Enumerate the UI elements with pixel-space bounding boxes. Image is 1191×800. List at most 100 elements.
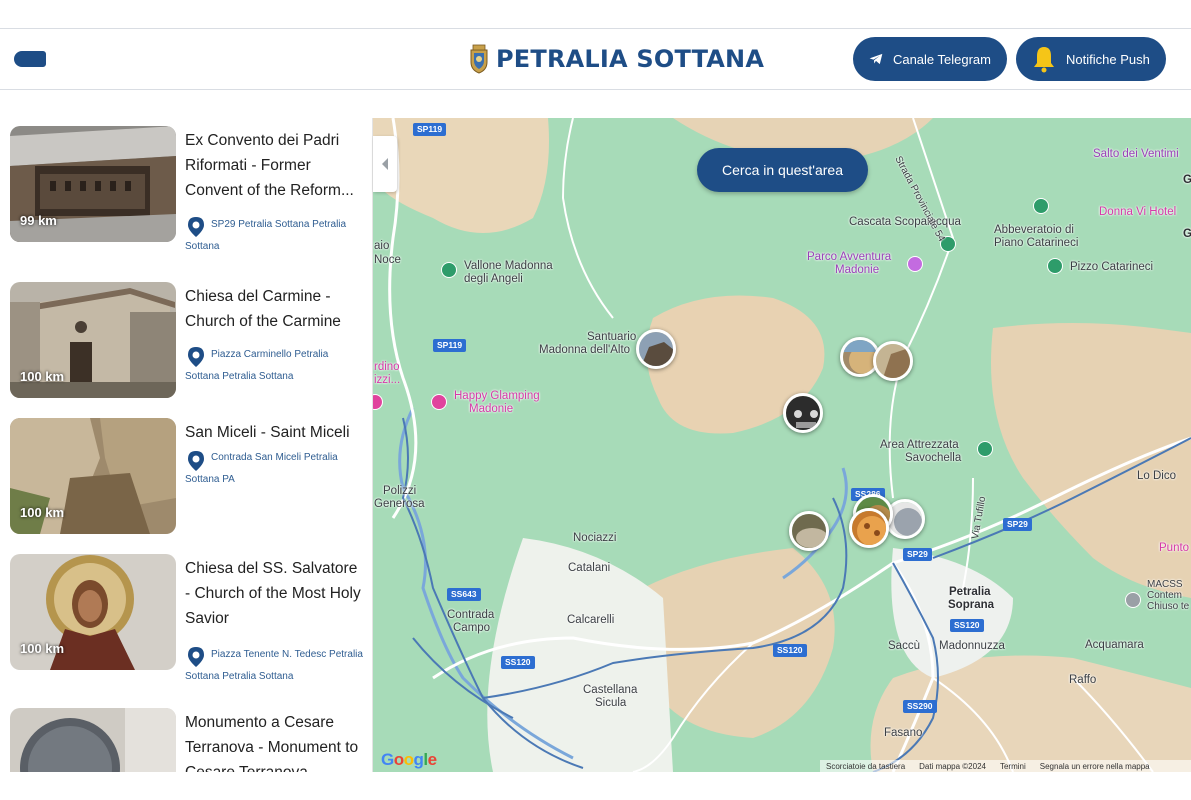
map-label: Saccù [888,640,920,652]
list-item[interactable]: Monumento a Cesare Terranova - Monument … [0,700,372,772]
distance-badge: 99 km [20,213,57,228]
map-label: Generosa [374,498,425,510]
map-label: Salto dei Ventimi [1093,148,1179,160]
poi-title[interactable]: Monumento a Cesare Terranova - Monument … [185,710,365,772]
map-label: G [1183,174,1191,186]
park-icon[interactable] [977,441,993,457]
map-view[interactable]: Cerca in quest'area SP119 SP119 SS643 SS… [373,118,1191,772]
map-label: Acquamara [1085,639,1144,651]
map-data-text: Dati mappa ©2024 [919,761,986,771]
map-label: Madonie [469,403,514,415]
coat-of-arms-icon [470,44,488,74]
poi-photo-marker[interactable] [873,341,913,381]
search-this-area-button[interactable]: Cerca in quest'area [697,148,868,192]
map-label: Cascata Scopalacqua [849,216,961,228]
poi-list: 99 km Ex Convento dei Padri Riformati - … [0,118,373,772]
map-label: Sicula [595,697,627,709]
back-arrow-icon[interactable] [14,51,46,67]
keyboard-shortcuts-link[interactable]: Scorciatoie da tastiera [826,762,905,771]
road-shield: SS120 [950,619,984,632]
poi-address: Contrada San Miceli Petralia Sottana PA [185,452,338,485]
brand[interactable]: PETRALIA SOTTANA [468,43,764,75]
telegram-channel-button[interactable]: Canale Telegram [853,37,1007,81]
road-shield: SS643 [447,588,481,601]
google-logo: Google [381,750,437,769]
list-item[interactable]: 99 km Ex Convento dei Padri Riformati - … [0,118,372,252]
poi-thumbnail [10,708,176,772]
terms-link[interactable]: Termini [1000,762,1026,771]
map-label: Lo Dico [1137,470,1176,482]
map-label: Madonie [835,264,880,276]
map-label: Contrada [447,609,495,621]
push-label: Notifiche Push [1066,51,1150,67]
lodging-icon[interactable] [431,394,447,410]
road-shield: SS120 [501,656,535,669]
park-icon[interactable] [441,262,457,278]
road-shield: SS120 [773,644,807,657]
poi-photo-marker[interactable] [849,508,889,548]
app-title: PETRALIA SOTTANA [496,45,765,73]
road-shield: SS290 [903,700,937,713]
collapse-panel-button[interactable] [373,136,397,192]
park-icon[interactable] [1047,258,1063,274]
bell-icon [1034,47,1054,73]
map-label: Donna Vi Hotel [1099,206,1177,218]
poi-title[interactable]: San Miceli - Saint Miceli [185,420,365,445]
map-label: Madonna dell'Alto [539,344,631,356]
poi-address: Piazza Tenente N. Tedesc Petralia Sottan… [185,649,363,682]
push-notifications-button[interactable]: Notifiche Push [1016,37,1166,81]
attraction-icon[interactable] [907,256,923,272]
poi-photo-marker[interactable] [636,329,676,369]
map-label: Catalani [568,562,611,574]
distance-badge: 100 km [20,369,65,384]
map-label: G [1183,228,1191,240]
distance-badge: 100 km [20,641,65,656]
map-label: rdino [374,361,400,373]
map-label: Punto [1159,542,1190,554]
map-label: Savochella [905,452,962,464]
poi-photo-marker[interactable] [789,511,829,551]
road-shield: SP119 [433,339,467,352]
map-label: Fasano [884,727,923,739]
map-label: Polizzi [383,485,417,497]
chevron-left-icon [382,158,388,170]
road-shield: SP119 [413,123,447,136]
museum-icon[interactable] [1125,592,1141,608]
list-item[interactable]: 100 km Chiesa del Carmine - Church of th… [0,274,372,404]
poi-title[interactable]: Chiesa del SS. Salvatore - Church of the… [185,556,365,631]
map-label: izzi... [374,374,401,386]
map-label: Chiuso te [1147,601,1190,612]
telegram-label: Canale Telegram [892,51,991,67]
map-label: Madonnuzza [939,640,1005,652]
top-bar: PETRALIA SOTTANA Canale Telegram Notific… [0,28,1191,90]
map-label: Soprana [948,599,995,611]
distance-badge: 100 km [20,505,65,520]
map-label: degli Angeli [464,273,523,285]
report-error-link[interactable]: Segnala un errore nella mappa [1040,762,1150,771]
poi-address: Piazza Carminello Petralia Sottana Petra… [185,349,329,382]
map-attribution: Scorciatoie da tastiera Dati mappa ©2024… [820,760,1191,772]
map-label: Calcarelli [567,614,615,626]
park-icon[interactable] [1033,198,1049,214]
app-window: PETRALIA SOTTANA Canale Telegram Notific… [0,0,1191,800]
poi-title[interactable]: Ex Convento dei Padri Riformati - Former… [185,128,365,203]
poi-address: SP29 Petralia Sottana Petralia Sottana [185,219,347,252]
map-label: Raffo [1069,674,1097,686]
map-label: Campo [453,622,491,634]
road-shield: SP29 [1003,518,1032,531]
map-label: Area Attrezzata [880,439,959,451]
poi-title[interactable]: Chiesa del Carmine - Church of the Carmi… [185,284,365,334]
map-label: Pizzo Catarineci [1070,261,1154,273]
map-label: Vallone Madonna [464,260,553,272]
poi-photo-marker[interactable] [783,393,823,433]
list-item[interactable]: 100 km Chiesa del SS. Salvatore - Church… [0,546,372,682]
map-label: Nociazzi [573,532,617,544]
list-item[interactable]: 100 km San Miceli - Saint Miceli Contrad… [0,410,372,540]
map-label: aio [374,240,390,252]
map-label: Santuario [587,331,637,343]
road-shield: SP29 [903,548,932,561]
map-label: Noce [374,254,401,266]
telegram-icon [869,53,883,65]
map-label: Piano Catarineci [994,237,1079,249]
map-label: Parco Avventura [807,251,892,263]
